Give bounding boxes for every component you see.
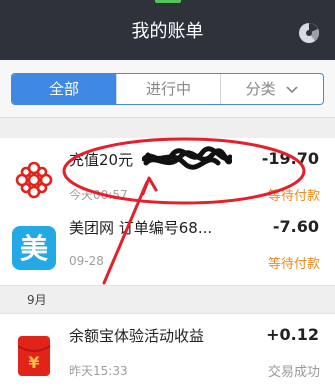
chevron-down-icon <box>286 85 298 93</box>
tab-category[interactable]: 分类 <box>220 74 323 104</box>
bill-name: 充值20元 <box>69 151 134 169</box>
app-header: 我的账单 <box>0 0 335 60</box>
bill-amount: -7.60 <box>272 217 319 236</box>
filter-bar: 全部 进行中 分类 <box>0 60 335 118</box>
bill-date: 昨天15:33 <box>69 364 128 378</box>
bill-status: 等待付款 <box>267 189 320 204</box>
bill-amount: +0.12 <box>266 325 319 344</box>
svg-text:美: 美 <box>20 232 48 265</box>
bill-item[interactable]: ¥ 余额宝体验活动收益 +0.12 昨天15:33 交易成功 <box>0 314 335 389</box>
bill-status: 交易成功 <box>267 365 320 380</box>
china-unicom-logo-icon <box>15 161 53 199</box>
bill-item[interactable]: 美 美团网 订单编号68... -7.60 09-28 等待付款 <box>0 206 335 286</box>
month-label: 9月 <box>27 293 47 307</box>
bill-status: 等待付款 <box>267 257 320 272</box>
month-section-header: 9月 <box>0 286 335 314</box>
tab-all[interactable]: 全部 <box>12 74 116 104</box>
pie-chart-icon[interactable] <box>298 22 320 44</box>
bill-date: 今天00:57 <box>69 188 128 202</box>
redaction-scribble <box>142 146 232 170</box>
status-indicator <box>155 0 181 3</box>
svg-text:¥: ¥ <box>28 353 39 372</box>
bill-name: 美团网 订单编号68... <box>69 219 213 237</box>
segmented-control: 全部 进行中 分类 <box>11 73 324 105</box>
red-envelope-icon: ¥ <box>17 336 51 376</box>
bill-date: 09-28 <box>69 254 104 268</box>
bill-name: 余额宝体验活动收益 <box>69 327 205 345</box>
bill-amount: -19.70 <box>261 149 319 168</box>
tab-in-progress[interactable]: 进行中 <box>116 74 220 104</box>
page-title: 我的账单 <box>131 21 204 42</box>
meituan-logo-icon: 美 <box>12 226 56 270</box>
tab-category-label: 分类 <box>245 80 276 98</box>
